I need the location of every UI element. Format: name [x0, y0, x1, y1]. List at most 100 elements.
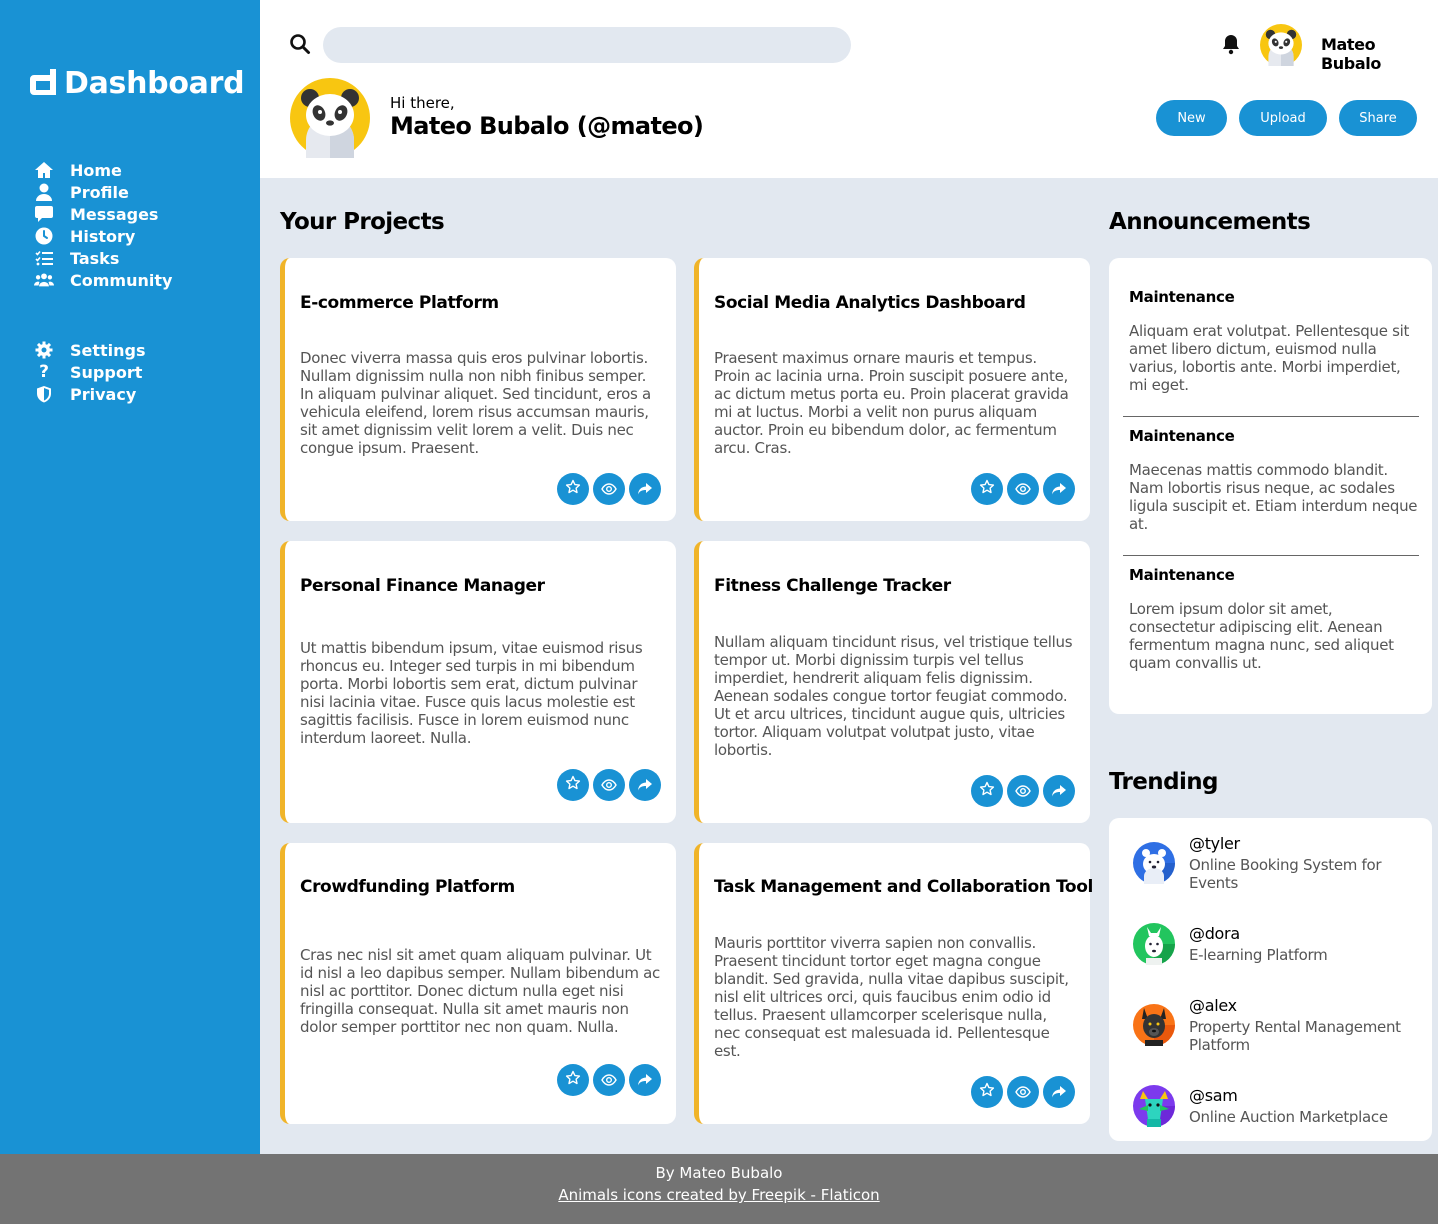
secondary-nav: Settings ? Support Privacy [34, 339, 146, 405]
announcement-title: Maintenance [1129, 427, 1235, 445]
announcements-panel: Maintenance Aliquam erat volutpat. Pelle… [1109, 258, 1432, 714]
trending-handle: @sam [1189, 1086, 1238, 1105]
view-button[interactable] [593, 769, 625, 801]
nav-item-profile[interactable]: Profile [34, 181, 172, 203]
llama-avatar [1133, 923, 1175, 965]
project-card[interactable]: Crowdfunding Platform Cras nec nisl sit … [280, 843, 676, 1124]
view-button[interactable] [1007, 1076, 1039, 1108]
nav-item-label: Community [70, 270, 173, 290]
polar-bear-avatar [1133, 842, 1175, 884]
view-button[interactable] [1007, 473, 1039, 505]
new-button[interactable]: New [1156, 100, 1227, 136]
project-title: Crowdfunding Platform [300, 877, 515, 897]
nav-item-home[interactable]: Home [34, 159, 172, 181]
footer-credit: Animals icons created by Freepik - Flati… [0, 1186, 1438, 1204]
nav-item-history[interactable]: History [34, 225, 172, 247]
header-username[interactable]: Mateo Bubalo [1321, 35, 1438, 73]
star-icon [979, 479, 995, 499]
eye-icon [1015, 782, 1031, 801]
trending-project: Online Auction Marketplace [1189, 1108, 1388, 1126]
project-card[interactable]: E-commerce Platform Donec viverra massa … [280, 258, 676, 521]
sidebar: Dashboard Home Profile Messages History … [0, 0, 260, 1154]
star-icon [565, 479, 581, 499]
share-project-button[interactable] [629, 473, 661, 505]
announcement-title: Maintenance [1129, 288, 1235, 306]
upload-button[interactable]: Upload [1239, 100, 1327, 136]
favorite-button[interactable] [971, 473, 1003, 505]
view-button[interactable] [593, 1064, 625, 1096]
header-actions: New Upload Share [1156, 100, 1417, 136]
share-project-button[interactable] [1043, 473, 1075, 505]
share-project-button[interactable] [1043, 775, 1075, 807]
search-input[interactable] [323, 27, 851, 63]
shield-icon [34, 384, 54, 404]
share-project-button[interactable] [629, 1064, 661, 1096]
nav-item-privacy[interactable]: Privacy [34, 383, 146, 405]
footer: By Mateo Bubalo Animals icons created by… [0, 1154, 1438, 1224]
favorite-button[interactable] [557, 1064, 589, 1096]
nav-item-settings[interactable]: Settings [34, 339, 146, 361]
nav-item-community[interactable]: Community [34, 269, 172, 291]
share-arrow-icon [638, 1071, 652, 1090]
nav-item-tasks[interactable]: Tasks [34, 247, 172, 269]
project-card[interactable]: Personal Finance Manager Ut mattis biben… [280, 541, 676, 823]
eye-icon [1015, 480, 1031, 499]
icon-credit-link[interactable]: Animals icons created by Freepik - Flati… [558, 1186, 879, 1204]
project-description: Cras nec nisl sit amet quam aliquam pulv… [300, 946, 660, 1036]
project-actions [971, 775, 1075, 807]
project-description: Praesent maximus ornare mauris et tempus… [714, 349, 1069, 457]
trending-title: Trending [1109, 769, 1218, 795]
brand-title: Dashboard [64, 66, 245, 101]
dog-avatar [1133, 1004, 1175, 1046]
nav-item-support[interactable]: ? Support [34, 361, 146, 383]
greeting-text: Hi there, [390, 94, 455, 112]
eye-icon [601, 1071, 617, 1090]
favorite-button[interactable] [557, 769, 589, 801]
favorite-button[interactable] [971, 775, 1003, 807]
nav-item-label: Home [70, 160, 122, 180]
share-arrow-icon [638, 480, 652, 499]
tasks-icon [34, 248, 54, 268]
gear-icon [34, 340, 54, 360]
footer-byline: By Mateo Bubalo [655, 1164, 783, 1182]
chat-icon [34, 204, 54, 224]
bell-icon[interactable] [1221, 33, 1241, 59]
share-arrow-icon [1052, 1083, 1066, 1102]
share-arrow-icon [1052, 480, 1066, 499]
project-title: Social Media Analytics Dashboard [714, 293, 1026, 313]
project-title: Personal Finance Manager [300, 576, 545, 596]
star-icon [565, 775, 581, 795]
favorite-button[interactable] [557, 473, 589, 505]
favorite-button[interactable] [971, 1076, 1003, 1108]
home-icon [34, 160, 54, 180]
user-icon [34, 182, 54, 202]
eye-icon [601, 480, 617, 499]
nav-item-label: Messages [70, 204, 159, 224]
project-actions [557, 769, 661, 801]
project-title: E-commerce Platform [300, 293, 499, 313]
announcement-text: Lorem ipsum dolor sit amet, consectetur … [1129, 600, 1394, 672]
brand[interactable]: Dashboard [30, 66, 245, 101]
view-button[interactable] [593, 473, 625, 505]
share-project-button[interactable] [1043, 1076, 1075, 1108]
search-icon[interactable] [289, 33, 311, 59]
main-nav: Home Profile Messages History Tasks Comm… [34, 159, 172, 291]
project-card[interactable]: Social Media Analytics Dashboard Praesen… [694, 258, 1090, 521]
divider [1123, 555, 1419, 556]
nav-item-label: Profile [70, 182, 129, 202]
nav-item-label: Settings [70, 340, 146, 360]
share-project-button[interactable] [629, 769, 661, 801]
question-icon: ? [39, 362, 49, 382]
share-button[interactable]: Share [1339, 100, 1417, 136]
nav-item-label: History [70, 226, 136, 246]
project-description: Ut mattis bibendum ipsum, vitae euismod … [300, 639, 643, 747]
view-button[interactable] [1007, 775, 1039, 807]
nav-item-messages[interactable]: Messages [34, 203, 172, 225]
star-icon [979, 1082, 995, 1102]
project-card[interactable]: Task Management and Collaboration Tool M… [694, 843, 1093, 1124]
clock-icon [34, 226, 54, 246]
star-icon [979, 781, 995, 801]
project-card[interactable]: Fitness Challenge Tracker Nullam aliquam… [694, 541, 1090, 823]
user-avatar[interactable] [1260, 24, 1302, 66]
trending-project: Property Rental Management Platform [1189, 1018, 1401, 1054]
